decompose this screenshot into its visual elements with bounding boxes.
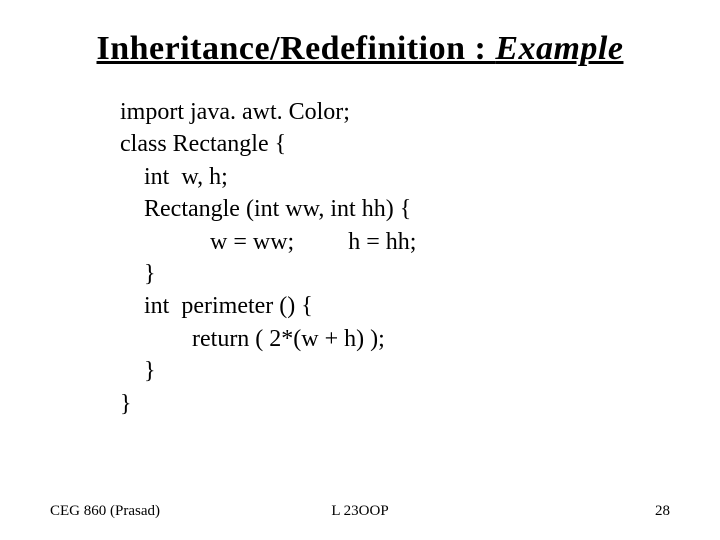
code-line: int w, h; xyxy=(120,161,670,193)
slide-title: Inheritance/Redefinition : Example xyxy=(50,30,670,68)
code-line: int perimeter () { xyxy=(120,290,670,322)
code-line: } xyxy=(120,258,670,290)
title-main: Inheritance/Redefinition : xyxy=(97,30,496,67)
code-block: import java. awt. Color; class Rectangle… xyxy=(120,96,670,420)
code-line: return ( 2*(w + h) ); xyxy=(120,323,670,355)
code-line: import java. awt. Color; xyxy=(120,96,670,128)
title-example: Example xyxy=(495,30,623,67)
footer-page-number: 28 xyxy=(655,503,670,520)
code-line: Rectangle (int ww, int hh) { xyxy=(120,193,670,225)
footer-lecture: L 23OOP xyxy=(331,503,388,520)
code-line: } xyxy=(120,355,670,387)
slide-container: Inheritance/Redefinition : Example impor… xyxy=(0,0,720,540)
code-line: w = ww; h = hh; xyxy=(120,226,670,258)
footer-author: CEG 860 (Prasad) xyxy=(50,503,160,520)
code-line: class Rectangle { xyxy=(120,128,670,160)
code-line: } xyxy=(120,388,670,420)
footer: CEG 860 (Prasad) L 23OOP 28 xyxy=(0,503,720,520)
